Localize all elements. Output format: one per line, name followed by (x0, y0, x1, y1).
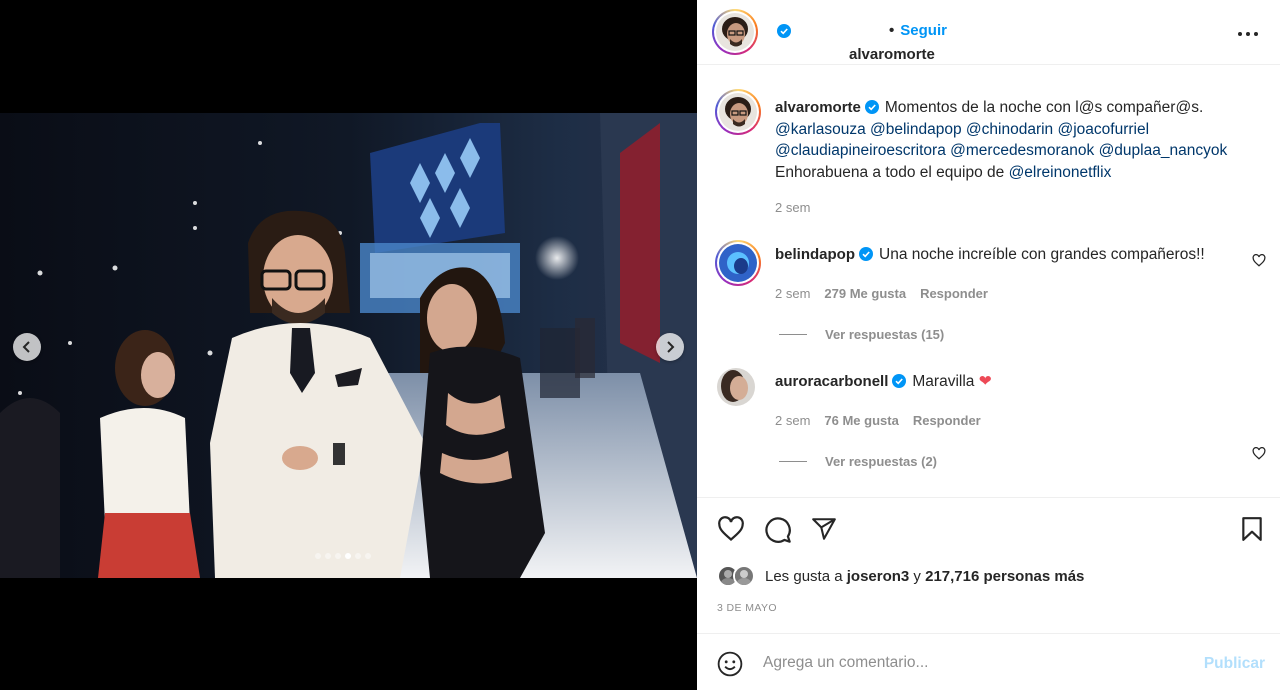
post-side-panel: alvaromorte • Seguir alvaromorte Momento… (697, 0, 1280, 690)
comment-text: auroracarbonell Maravilla ❤ (775, 371, 1255, 393)
likes-text: Les gusta a joseron3 y 217,716 personas … (765, 568, 1084, 585)
comment-meta: 2 sem 279 Me gusta Responder (775, 286, 988, 301)
liker-avatar (733, 565, 755, 587)
carousel-dot (325, 553, 331, 559)
likes-prefix: Les gusta a (765, 567, 847, 585)
replies-divider (779, 461, 807, 462)
comment-username[interactable]: auroracarbonell (775, 373, 888, 390)
commenter-avatar-image (717, 368, 755, 406)
comment-input[interactable] (763, 652, 1183, 674)
post-header: alvaromorte • Seguir (697, 0, 1280, 65)
caption-username[interactable]: alvaromorte (775, 99, 861, 116)
commenter-avatar-image (719, 244, 757, 282)
view-replies-label: Ver respuestas (15) (825, 327, 945, 342)
view-replies-button[interactable]: Ver respuestas (15) (779, 327, 944, 342)
carousel-indicator (315, 553, 371, 559)
smiley-icon (717, 651, 743, 677)
more-options-button[interactable] (1236, 22, 1260, 42)
carousel-dot (365, 553, 371, 559)
chevron-right-icon (667, 341, 675, 353)
replies-divider (779, 334, 807, 335)
comment-like-button[interactable] (1252, 446, 1266, 465)
mention-link[interactable]: @belindapop (870, 121, 962, 138)
carousel-dot (335, 553, 341, 559)
post-date[interactable]: 3 DE MAYO (717, 602, 777, 614)
add-comment-bar: Publicar (697, 633, 1280, 690)
view-replies-button[interactable]: Ver respuestas (2) (779, 454, 937, 469)
liker-avatar-image (735, 567, 753, 585)
comment-icon (765, 517, 791, 543)
carousel-next-button[interactable] (656, 333, 684, 361)
mention-link[interactable]: @joacofurriel (1058, 121, 1150, 138)
backstage-photo (0, 113, 697, 578)
first-liker-link[interactable]: joseron3 (847, 568, 910, 585)
likes-middle: y (909, 567, 926, 585)
heart-outline-icon (1252, 446, 1266, 460)
carousel-dot (315, 553, 321, 559)
heart-outline-icon (1252, 253, 1266, 267)
carousel-dot (345, 553, 351, 559)
verified-badge-icon (892, 374, 907, 388)
caption-text: alvaromorte Momentos de la noche con l@s … (775, 97, 1255, 183)
carousel-dot (355, 553, 361, 559)
comments-section[interactable]: alvaromorte Momentos de la noche con l@s … (697, 66, 1280, 497)
mention-link[interactable]: @karlasouza (775, 121, 866, 138)
heart-icon (718, 516, 744, 541)
comment-timestamp[interactable]: 2 sem (775, 286, 810, 301)
comment-timestamp[interactable]: 2 sem (775, 413, 810, 428)
share-icon (812, 518, 836, 540)
view-replies-label: Ver respuestas (2) (825, 454, 938, 469)
comment-username[interactable]: belindapop (775, 246, 855, 263)
follow-area: • Seguir (889, 22, 947, 39)
emoji-button[interactable] (717, 651, 743, 682)
verified-badge-icon (864, 100, 879, 114)
save-button[interactable] (1240, 516, 1264, 547)
share-button[interactable] (811, 516, 837, 547)
caption-line-1: Momentos de la noche con l@s compañer@s. (884, 99, 1204, 116)
verified-badge-icon (777, 24, 791, 38)
carousel-prev-button[interactable] (13, 333, 41, 361)
caption-avatar[interactable] (715, 89, 761, 135)
liker-avatars (717, 565, 755, 587)
reply-button[interactable]: Responder (920, 286, 988, 301)
author-username[interactable]: alvaromorte (849, 46, 935, 63)
likes-count-link[interactable]: 217,716 personas más (925, 568, 1084, 585)
post-photo[interactable] (0, 113, 697, 578)
mention-link[interactable]: @mercedesmoranok (950, 142, 1094, 159)
separator-dot: • (889, 22, 895, 39)
post-media-area (0, 0, 697, 690)
comment-text: belindapop Una noche increíble con grande… (775, 244, 1255, 266)
comment-avatar[interactable] (715, 240, 761, 286)
bookmark-icon (1242, 517, 1262, 541)
comment-like-count[interactable]: 76 Me gusta (824, 413, 898, 428)
publish-button[interactable]: Publicar (1204, 655, 1265, 673)
comment-body: Una noche increíble con grandes compañer… (879, 246, 1205, 263)
mention-link[interactable]: @claudiapineiroescritora (775, 142, 946, 159)
likes-summary: Les gusta a joseron3 y 217,716 personas … (717, 565, 1084, 587)
verified-badge-icon (859, 247, 873, 261)
author-name-row: alvaromorte (773, 23, 935, 63)
caption-avatar-image (719, 93, 757, 131)
comment-body: Maravilla (912, 373, 979, 390)
comment-meta: 2 sem 76 Me gusta Responder (775, 413, 981, 428)
comment-like-count[interactable]: 279 Me gusta (824, 286, 906, 301)
heart-emoji: ❤ (978, 373, 992, 390)
caption-line-4: Enhorabuena a todo el equipo de (775, 163, 1009, 181)
author-avatar[interactable] (712, 9, 758, 55)
mention-link[interactable]: @chinodarin (966, 121, 1053, 138)
chevron-left-icon (22, 341, 30, 353)
like-button[interactable] (717, 516, 745, 547)
comment-avatar[interactable] (717, 368, 755, 406)
mention-link[interactable]: @duplaa_nancyok (1099, 142, 1228, 159)
author-avatar-image (716, 13, 754, 51)
comment-button[interactable] (764, 516, 792, 549)
caption-timestamp[interactable]: 2 sem (775, 200, 810, 215)
reply-button[interactable]: Responder (913, 413, 981, 428)
mention-link[interactable]: @elreinonetflix (1009, 164, 1112, 181)
caption-meta: 2 sem (775, 200, 810, 215)
follow-button[interactable]: Seguir (900, 22, 947, 39)
more-horizontal-icon (1238, 32, 1258, 36)
post-actions-section: Les gusta a joseron3 y 217,716 personas … (697, 497, 1280, 633)
comment-like-button[interactable] (1252, 253, 1266, 272)
